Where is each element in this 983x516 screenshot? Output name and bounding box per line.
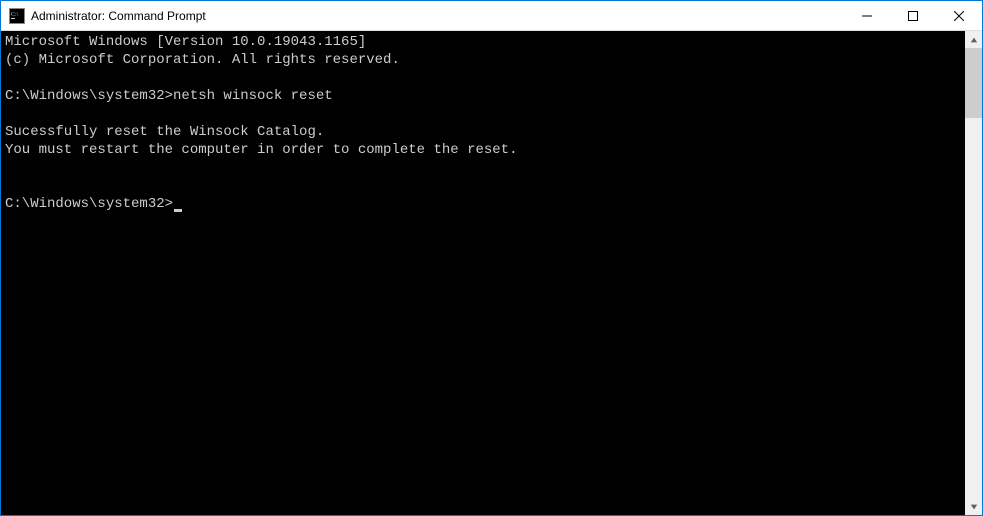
terminal-area: Microsoft Windows [Version 10.0.19043.11…: [1, 31, 982, 515]
titlebar[interactable]: C:\ Administrator: Command Prompt: [1, 1, 982, 31]
terminal-line: (c) Microsoft Corporation. All rights re…: [5, 51, 961, 69]
scroll-down-button[interactable]: [965, 498, 982, 515]
scroll-thumb[interactable]: [965, 48, 982, 118]
maximize-button[interactable]: [890, 1, 936, 30]
terminal-line: Sucessfully reset the Winsock Catalog.: [5, 123, 961, 141]
terminal-line: [5, 159, 961, 177]
vertical-scrollbar[interactable]: [965, 31, 982, 515]
terminal-line: [5, 177, 961, 195]
scroll-up-button[interactable]: [965, 31, 982, 48]
window-controls: [844, 1, 982, 30]
terminal-line: [5, 105, 961, 123]
terminal-line: You must restart the computer in order t…: [5, 141, 961, 159]
window-title: Administrator: Command Prompt: [31, 9, 844, 23]
terminal-line: [5, 69, 961, 87]
terminal-prompt-line[interactable]: C:\Windows\system32>: [5, 195, 961, 213]
scroll-track[interactable]: [965, 48, 982, 498]
cmd-icon: C:\: [9, 8, 25, 24]
command-prompt-window: C:\ Administrator: Command Prompt Micros…: [0, 0, 983, 516]
terminal-cursor: [174, 209, 182, 212]
terminal-prompt: C:\Windows\system32>: [5, 196, 173, 212]
minimize-button[interactable]: [844, 1, 890, 30]
terminal-output[interactable]: Microsoft Windows [Version 10.0.19043.11…: [1, 31, 965, 515]
close-button[interactable]: [936, 1, 982, 30]
svg-text:C:\: C:\: [11, 12, 19, 18]
terminal-line: C:\Windows\system32>netsh winsock reset: [5, 87, 961, 105]
terminal-line: Microsoft Windows [Version 10.0.19043.11…: [5, 33, 961, 51]
